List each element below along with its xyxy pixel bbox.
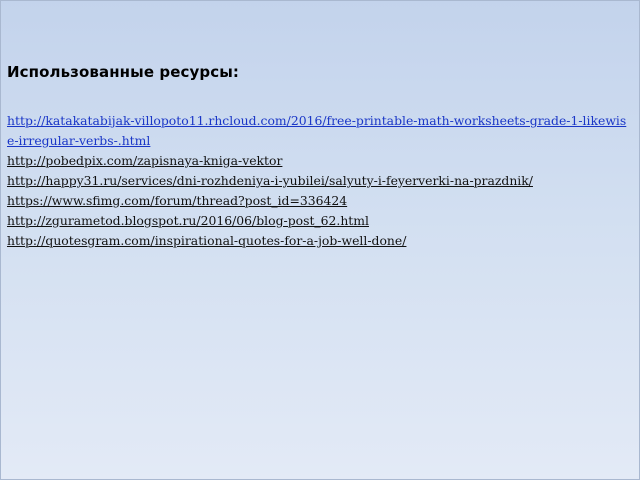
resource-link-6[interactable]: http://quotesgram.com/inspirational-quot…	[7, 233, 406, 248]
list-item: http://pobedpix.com/zapisnaya-kniga-vekt…	[7, 151, 633, 171]
slide-title: Использованные ресурсы:	[7, 63, 239, 81]
list-item: http://happy31.ru/services/dni-rozhdeniy…	[7, 171, 633, 191]
resource-link-1[interactable]: http://katakatabijak-villopoto11.rhcloud…	[7, 113, 626, 148]
list-item: http://quotesgram.com/inspirational-quot…	[7, 231, 633, 251]
list-item: http://zgurametod.blogspot.ru/2016/06/bl…	[7, 211, 633, 231]
resource-link-3[interactable]: http://happy31.ru/services/dni-rozhdeniy…	[7, 173, 533, 188]
resource-list: http://katakatabijak-villopoto11.rhcloud…	[7, 111, 633, 251]
list-item: https://www.sfimg.com/forum/thread?post_…	[7, 191, 633, 211]
slide: Использованные ресурсы: http://katakatab…	[0, 0, 640, 480]
resource-link-2[interactable]: http://pobedpix.com/zapisnaya-kniga-vekt…	[7, 153, 282, 168]
resource-link-5[interactable]: http://zgurametod.blogspot.ru/2016/06/bl…	[7, 213, 369, 228]
list-item: http://katakatabijak-villopoto11.rhcloud…	[7, 111, 633, 151]
resource-link-4[interactable]: https://www.sfimg.com/forum/thread?post_…	[7, 193, 347, 208]
